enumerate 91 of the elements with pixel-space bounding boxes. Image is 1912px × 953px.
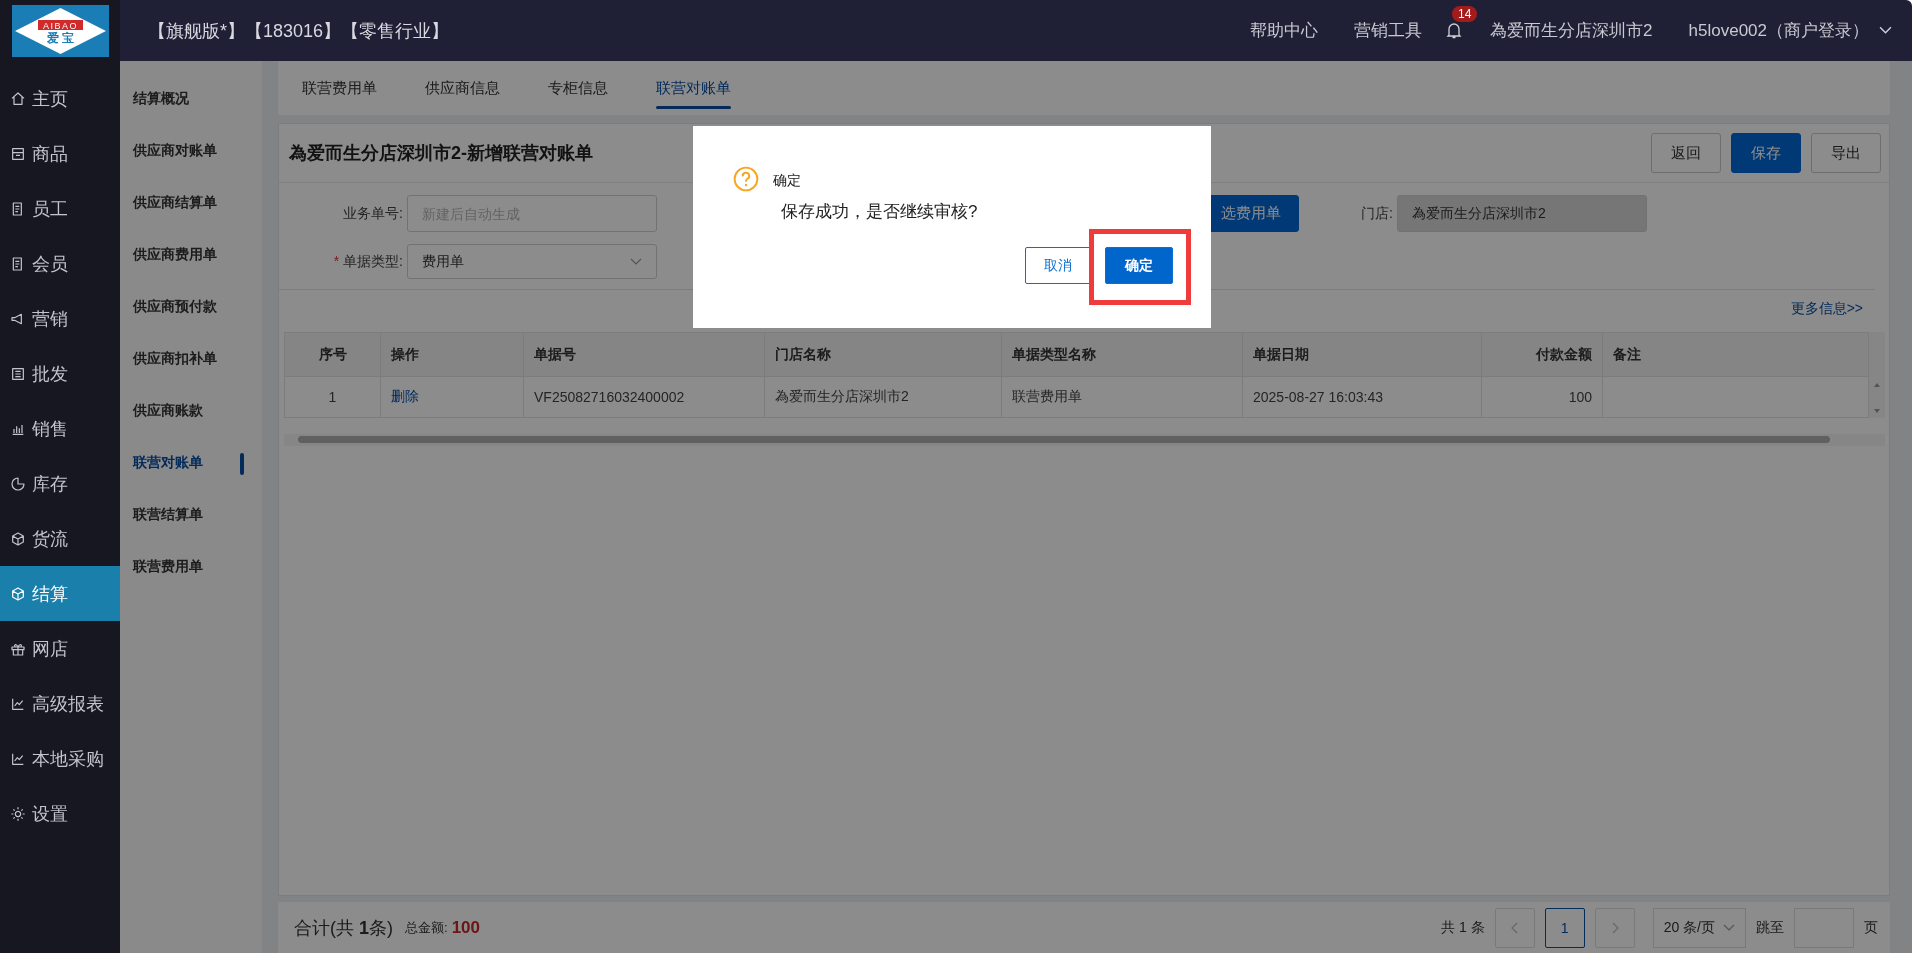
tab[interactable]: 供应商信息 xyxy=(425,61,526,115)
list-icon xyxy=(10,365,26,382)
total-amount: 100 xyxy=(451,917,480,938)
jump-label: 跳至 xyxy=(1756,918,1784,937)
tab[interactable]: 专柜信息 xyxy=(548,61,634,115)
sub-nav-item[interactable]: 联营对账单 xyxy=(120,437,262,489)
total-count: 共 1 条 xyxy=(1441,918,1485,937)
action-button[interactable]: 返回 xyxy=(1651,133,1721,173)
nav-item[interactable]: 会员 xyxy=(0,236,120,291)
previous-page-button[interactable] xyxy=(1494,907,1535,948)
dialog-button[interactable]: 取消 xyxy=(1025,247,1091,284)
logo: AIBAO 爱 宝 xyxy=(11,4,109,57)
page-size-select[interactable]: 20 条/页 xyxy=(1652,907,1746,948)
chevron-down-icon xyxy=(1879,26,1892,35)
type-select[interactable]: 费用单 xyxy=(407,244,657,279)
nav-item[interactable]: 批发 xyxy=(0,346,120,401)
nav-item[interactable]: 商品 xyxy=(0,126,120,181)
user-menu[interactable]: h5love002（商户登录） xyxy=(1688,19,1892,42)
cube-icon xyxy=(10,530,26,547)
sub-nav-item[interactable]: 供应商预付款 xyxy=(120,281,262,333)
field-label: 业务单号: xyxy=(343,204,403,223)
gear-icon xyxy=(10,805,26,822)
bell-icon[interactable] xyxy=(1446,21,1463,40)
column-header: 备注 xyxy=(1602,332,1869,377)
field-label: 门店: xyxy=(1360,204,1394,223)
total-label: 总金额: xyxy=(405,918,448,937)
tab[interactable]: 联营对账单 xyxy=(656,61,757,115)
nav-item[interactable]: 库存 xyxy=(0,456,120,511)
question-icon xyxy=(733,166,759,192)
scroll-down-icon[interactable] xyxy=(1873,409,1881,414)
store-name: 為爱而生分店深圳市2 xyxy=(1490,20,1653,42)
horizontal-scrollbar[interactable] xyxy=(284,434,1885,446)
sub-nav-item[interactable]: 供应商扣补单 xyxy=(120,333,262,385)
sub-nav-item[interactable]: 供应商费用单 xyxy=(120,229,262,281)
page-title: 為爱而生分店深圳市2-新增联营对账单 xyxy=(289,142,593,165)
delete-link[interactable]: 删除 xyxy=(391,388,419,404)
chevron-left-icon xyxy=(1510,921,1519,934)
column-header: 单据日期 xyxy=(1242,332,1482,377)
column-header: 序号 xyxy=(284,332,381,377)
table-cell: VF25082716032400002 xyxy=(523,376,765,418)
dialog-title: 确定 xyxy=(773,172,801,190)
home-icon xyxy=(10,90,26,107)
nav-item[interactable]: 营销 xyxy=(0,291,120,346)
action-button[interactable]: 导出 xyxy=(1811,133,1881,173)
notification-badge: 14 xyxy=(1452,5,1478,22)
column-header: 单据类型名称 xyxy=(1001,332,1243,377)
table-cell: 100 xyxy=(1481,376,1603,418)
cube-icon xyxy=(10,585,26,602)
field-label: 单据类型: xyxy=(343,252,403,271)
chevron-right-icon xyxy=(1610,921,1619,934)
nav-item[interactable]: 结算 xyxy=(0,566,120,621)
table-cell: 為爱而生分店深圳市2 xyxy=(764,376,1002,418)
table-cell: 联营费用单 xyxy=(1001,376,1243,418)
table-cell: 1 xyxy=(284,376,381,418)
sub-nav-item[interactable]: 供应商结算单 xyxy=(120,177,262,229)
sub-nav-item[interactable]: 供应商账款 xyxy=(120,385,262,437)
nav-item[interactable]: 本地采购 xyxy=(0,731,120,786)
page-button[interactable]: 1 xyxy=(1544,907,1585,948)
sub-nav-item[interactable]: 联营结算单 xyxy=(120,489,262,541)
chevron-down-icon xyxy=(1723,923,1735,932)
column-header: 门店名称 xyxy=(764,332,1002,377)
page-suffix: 页 xyxy=(1864,918,1878,937)
required-mark: * xyxy=(333,252,340,271)
nav-item[interactable]: 员工 xyxy=(0,181,120,236)
sub-nav-item[interactable]: 联营费用单 xyxy=(120,541,262,593)
next-page-button[interactable] xyxy=(1594,907,1635,948)
pie-chart-icon xyxy=(10,475,26,492)
sub-nav-item[interactable]: 结算概况 xyxy=(120,73,262,125)
scroll-up-icon[interactable] xyxy=(1873,382,1881,387)
nav-item[interactable]: 设置 xyxy=(0,786,120,841)
column-header: 操作 xyxy=(380,332,524,377)
chevron-down-icon xyxy=(630,257,642,266)
dialog-button[interactable]: 确定 xyxy=(1105,247,1173,284)
row-count: 合计(共 1条) xyxy=(294,916,393,940)
edition-label: 【旗舰版*】【183016】【零售行业】 xyxy=(148,19,450,43)
action-button[interactable]: 保存 xyxy=(1731,133,1801,173)
header-link[interactable]: 营销工具 xyxy=(1354,19,1423,42)
nav-item[interactable]: 主页 xyxy=(0,71,120,126)
nav-item[interactable]: 销售 xyxy=(0,401,120,456)
more-info-link[interactable]: 更多信息>> xyxy=(1790,300,1863,320)
tab[interactable]: 联营费用单 xyxy=(302,61,403,115)
dialog-message: 保存成功，是否继续审核? xyxy=(781,201,979,223)
vertical-scrollbar[interactable] xyxy=(1869,332,1885,418)
nav-item[interactable]: 高级报表 xyxy=(0,676,120,731)
nav-item[interactable]: 网店 xyxy=(0,621,120,676)
column-header: 付款金额 xyxy=(1481,332,1603,377)
header-link[interactable]: 帮助中心 xyxy=(1250,19,1319,42)
sub-nav-item[interactable]: 供应商对账单 xyxy=(120,125,262,177)
nav-item[interactable]: 货流 xyxy=(0,511,120,566)
column-header: 单据号 xyxy=(523,332,765,377)
table-cell: 2025-08-27 16:03:43 xyxy=(1242,376,1482,418)
